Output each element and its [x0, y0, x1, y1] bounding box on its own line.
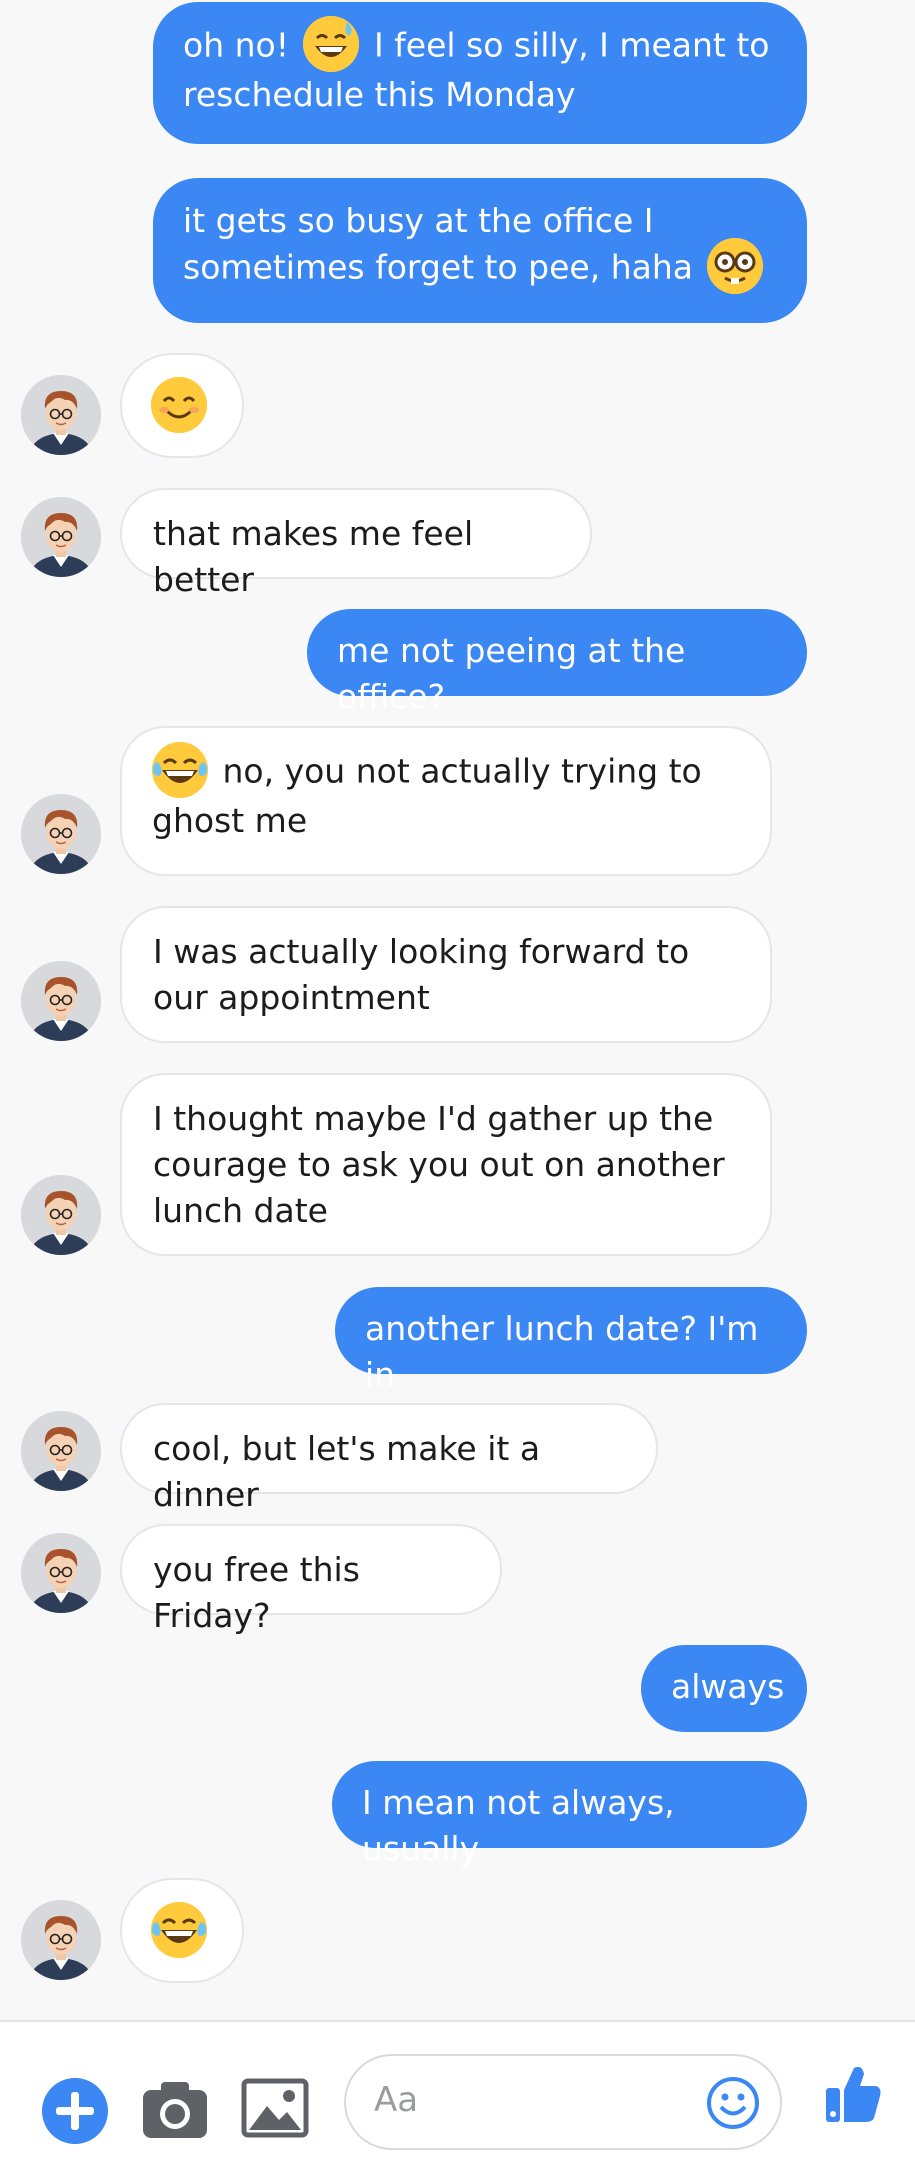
- message-text: cool, but let's make it a dinner: [153, 1429, 541, 1514]
- tears-of-joy-emoji: [152, 742, 208, 798]
- message-text: me not peeing at the office?: [337, 631, 686, 716]
- message-text: I thought maybe I'd gather up the courag…: [153, 1099, 725, 1230]
- avatar[interactable]: [21, 1533, 101, 1613]
- incoming-message[interactable]: no, you not actually trying to ghost me: [120, 726, 772, 876]
- message-text: no, you not actually trying to ghost me: [152, 751, 702, 841]
- outgoing-message[interactable]: always: [641, 1645, 807, 1732]
- outgoing-message[interactable]: another lunch date? I'm in: [335, 1287, 807, 1394]
- incoming-message[interactable]: cool, but let's make it a dinner: [120, 1403, 658, 1514]
- outgoing-message[interactable]: I mean not always, usually: [332, 1761, 807, 1868]
- incoming-message[interactable]: I was actually looking forward to our ap…: [120, 906, 772, 1043]
- message-text: I mean not always, usually: [362, 1783, 675, 1868]
- incoming-message[interactable]: [120, 353, 244, 458]
- avatar[interactable]: [21, 794, 101, 874]
- avatar[interactable]: [21, 1411, 101, 1491]
- message-input-placeholder: Aa: [374, 2080, 419, 2120]
- incoming-message[interactable]: you free this Friday?: [120, 1524, 502, 1635]
- message-text: oh no!: [183, 25, 289, 65]
- plus-icon[interactable]: [42, 2078, 108, 2144]
- thumbs-up-icon[interactable]: [824, 2062, 882, 2124]
- camera-icon[interactable]: [141, 2078, 209, 2140]
- outgoing-message[interactable]: oh no! I feel so silly, I meant to resch…: [153, 2, 807, 144]
- message-text: another lunch date? I'm in: [365, 1309, 759, 1394]
- sweat-smile-emoji: [303, 16, 360, 72]
- image-icon[interactable]: [241, 2078, 309, 2138]
- tears-of-joy-emoji: [151, 1902, 207, 1958]
- avatar[interactable]: [21, 497, 101, 577]
- nerd-face-emoji: [707, 238, 764, 294]
- message-text: that makes me feel better: [153, 514, 474, 599]
- message-composer: Aa: [0, 2020, 915, 2171]
- incoming-message[interactable]: [120, 1878, 244, 1983]
- avatar[interactable]: [21, 1175, 101, 1255]
- message-text: I was actually looking forward to our ap…: [153, 932, 690, 1017]
- message-thread[interactable]: oh no! I feel so silly, I meant to resch…: [0, 0, 915, 2020]
- message-text: it gets so busy at the office I sometime…: [183, 201, 693, 287]
- message-input[interactable]: Aa: [344, 2054, 782, 2150]
- emoji-icon[interactable]: [706, 2076, 760, 2130]
- avatar[interactable]: [21, 961, 101, 1041]
- outgoing-message[interactable]: it gets so busy at the office I sometime…: [153, 178, 807, 323]
- outgoing-message[interactable]: me not peeing at the office?: [307, 609, 807, 716]
- incoming-message[interactable]: that makes me feel better: [120, 488, 592, 599]
- smiling-face-emoji: [151, 377, 207, 433]
- avatar[interactable]: [21, 375, 101, 455]
- avatar[interactable]: [21, 1900, 101, 1980]
- message-text: you free this Friday?: [153, 1550, 360, 1635]
- incoming-message[interactable]: I thought maybe I'd gather up the courag…: [120, 1073, 772, 1256]
- message-text: always: [671, 1667, 785, 1706]
